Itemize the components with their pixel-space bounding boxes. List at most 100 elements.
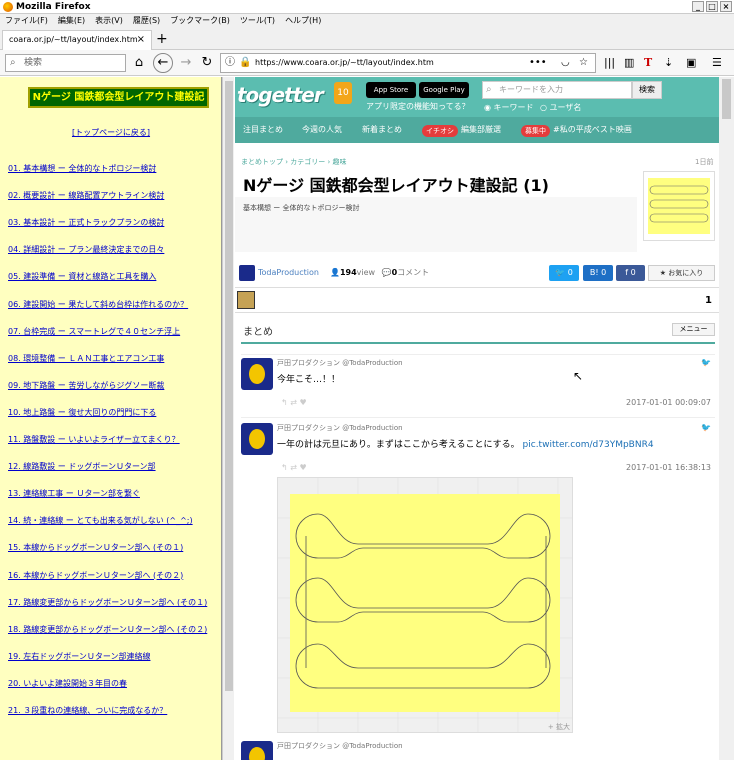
hatena-bookmark-button[interactable]: B! 0	[583, 265, 613, 281]
menu-bookmarks[interactable]: ブックマーク(B)	[165, 14, 235, 28]
breadcrumb[interactable]: まとめトップ › カテゴリー › 趣味	[241, 157, 347, 167]
left-nav-link[interactable]: 06. 建設開始 ー 果たして斜め台枠は作れるのか？	[8, 299, 188, 310]
left-nav-link[interactable]: 12. 線路敷設 ー ドッグボーンＵターン部	[8, 461, 156, 472]
tweet-avatar[interactable]	[241, 358, 273, 390]
nav-new[interactable]: 新着まとめ	[362, 117, 402, 143]
back-to-top-link[interactable]: [トップページに戻る]	[0, 127, 221, 138]
favorite-button[interactable]: ★ お気に入り	[648, 265, 715, 281]
nav-pick-badge[interactable]: イチオシ	[422, 125, 458, 137]
facebook-share-button[interactable]: f 0	[616, 265, 645, 281]
menu-history[interactable]: 履歴(S)	[128, 14, 165, 28]
lock-icon: 🔒	[239, 57, 252, 68]
left-nav-link[interactable]: 18. 路線変更部からドッグボーンＵターン部へ (その２)	[8, 624, 207, 635]
sidebar-icon[interactable]: ▥	[624, 54, 634, 72]
url-bar[interactable]: ⓘ 🔒 https://www.coara.or.jp/~tt/layout/i…	[220, 53, 596, 73]
left-nav-link[interactable]: 10. 地上路盤 ー 復せ大回りの門門に下る	[8, 407, 156, 418]
tweet-actions[interactable]: ↰ ⇄ ♥	[281, 398, 307, 407]
screenshot-icon[interactable]: ▣	[686, 54, 696, 72]
left-nav-link[interactable]: 04. 詳細設計 ー プラン最終決定までの日々	[8, 244, 164, 255]
menu-edit[interactable]: 編集(E)	[53, 14, 90, 28]
left-nav-link[interactable]: 13. 連絡線工事 ー Ｕターン部を繋ぐ	[8, 488, 140, 499]
left-nav-link[interactable]: 16. 本線からドッグボーンＵターン部へ (その２)	[8, 570, 183, 581]
minimize-button[interactable]: _	[692, 1, 704, 12]
browser-search-input[interactable]: ⌕ 検索	[5, 54, 126, 72]
tweet-avatar[interactable]	[241, 741, 273, 760]
menu-tools[interactable]: ツール(T)	[235, 14, 280, 28]
left-nav-link[interactable]: 08. 環境整備 ー ＬＡＮ工事とエアコン工事	[8, 353, 164, 364]
tweet-image[interactable]: + 拡大	[277, 477, 573, 733]
window-titlebar: Mozilla Firefox _ □ ×	[0, 0, 734, 14]
author-name[interactable]: TodaProduction	[258, 265, 319, 281]
left-nav-link[interactable]: 21. ３段重ねの連絡線、ついに完成なるか？	[8, 705, 167, 716]
facebook-label: f	[625, 268, 629, 277]
tweet-user[interactable]: 戸田プロダクション @TodaProduction	[277, 741, 403, 751]
left-scrollbar[interactable]	[222, 77, 234, 760]
tweet-time[interactable]: 2017-01-01 16:38:13	[626, 463, 711, 472]
menu-file[interactable]: ファイル(F)	[0, 14, 53, 28]
maximize-button[interactable]: □	[706, 1, 718, 12]
left-nav-link[interactable]: 17. 路線変更部からドッグボーンＵターン部へ (その１)	[8, 597, 207, 608]
tab-label: coara.or.jp/~tt/layout/index.htm	[9, 35, 138, 44]
forward-button[interactable]: →	[177, 54, 195, 72]
image-expand-label[interactable]: + 拡大	[548, 722, 570, 732]
tab-coara[interactable]: coara.or.jp/~tt/layout/index.htm ×	[2, 30, 152, 50]
nav-editor[interactable]: 編集部厳選	[461, 117, 501, 143]
app-note-link[interactable]: アプリ限定の機能知ってる？	[366, 101, 470, 112]
author-avatar[interactable]	[239, 265, 255, 281]
back-button[interactable]: ←	[153, 53, 173, 73]
left-nav-link[interactable]: 02. 概要設計 ー 線路配置アウトライン検討	[8, 190, 164, 201]
nav-hashtag[interactable]: #私の平成ベスト映画	[553, 117, 632, 143]
page-actions-icon[interactable]: •••	[529, 54, 547, 72]
twitter-share-button[interactable]: 🐦 0	[549, 265, 579, 281]
section-menu-button[interactable]: メニュー	[672, 323, 715, 336]
left-nav-link[interactable]: 01. 基本構想 ー 全体的なトポロジー検討	[8, 163, 156, 174]
radio-user[interactable]: ○ ユーザ名	[540, 102, 581, 113]
tweet-user[interactable]: 戸田プロダクション @TodaProduction	[277, 358, 403, 368]
page-title: Nゲージ 国鉄都会型レイアウト建設記 (1)	[243, 176, 549, 195]
nav-featured[interactable]: 注目まとめ	[243, 117, 283, 143]
menu-bar: ファイル(F) 編集(E) 表示(V) 履歴(S) ブックマーク(B) ツール(T) ヘルプ…	[0, 14, 734, 28]
close-window-button[interactable]: ×	[720, 1, 732, 12]
page-row: 1	[235, 287, 719, 313]
library-icon[interactable]: |||	[604, 54, 615, 72]
comment-icon: 💬	[381, 268, 392, 277]
addon-download-icon[interactable]: ⇣	[664, 54, 673, 72]
menu-help[interactable]: ヘルプ(H)	[280, 14, 326, 28]
right-scrollbar[interactable]	[719, 77, 734, 760]
tab-close-icon[interactable]: ×	[137, 31, 145, 49]
reload-icon[interactable]: ↻	[198, 54, 216, 72]
googleplay-button[interactable]: Google Play	[419, 82, 469, 98]
home-icon[interactable]: ⌂	[130, 54, 148, 72]
left-nav-link[interactable]: 09. 地下路盤 ー 苦労しながらジグソー断裁	[8, 380, 164, 391]
tweet-user[interactable]: 戸田プロダクション @TodaProduction	[277, 423, 403, 433]
bookmark-star-icon[interactable]: ☆	[579, 54, 588, 72]
tweet-time[interactable]: 2017-01-01 00:09:07	[626, 398, 711, 407]
togetter-search-input[interactable]: ⌕ キーワードを入力	[482, 81, 632, 99]
hamburger-menu-icon[interactable]: ☰	[712, 54, 722, 72]
left-scrollbar-thumb[interactable]	[225, 81, 233, 691]
left-nav-link[interactable]: 19. 左右ドッグボーンＵターン部連絡線	[8, 651, 150, 662]
tweet-actions[interactable]: ↰ ⇄ ♥	[281, 463, 307, 472]
left-nav-link[interactable]: 11. 路盤敷設 ー いよいよライザー立てまくり？	[8, 434, 180, 445]
appstore-button[interactable]: App Store	[366, 82, 416, 98]
menu-view[interactable]: 表示(V)	[90, 14, 128, 28]
left-nav-link[interactable]: 03. 基本設計 ー 正式トラックプランの検討	[8, 217, 164, 228]
togetter-search-button[interactable]: 検索	[632, 81, 662, 99]
left-nav-link[interactable]: 07. 台枠完成 ー スマートレグで４０センチ浮上	[8, 326, 180, 337]
new-tab-button[interactable]: +	[156, 30, 168, 48]
tweet-link[interactable]: pic.twitter.com/d73YMpBNR4	[523, 440, 654, 450]
left-nav-link[interactable]: 20. いよいよ建設開始３年目の春	[8, 678, 127, 689]
pocket-icon[interactable]: ◡	[561, 54, 570, 72]
addon-t-icon[interactable]: T	[644, 54, 652, 72]
togetter-logo[interactable]: togetter	[237, 83, 324, 107]
nav-recruit-badge[interactable]: 募集中	[521, 125, 550, 137]
left-nav-link[interactable]: 14. 続・連絡線 ー とても出来る気がしない (^_^;)	[8, 515, 193, 526]
left-nav-link[interactable]: 05. 建設準備 ー 資材と線路と工具を購入	[8, 271, 156, 282]
right-scrollbar-thumb[interactable]	[722, 79, 731, 119]
info-icon[interactable]: ⓘ	[225, 54, 235, 72]
tweet-avatar[interactable]	[241, 423, 273, 455]
left-nav-link[interactable]: 15. 本線からドッグボーンＵターン部へ (その１)	[8, 542, 183, 553]
nav-weekly[interactable]: 今週の人気	[302, 117, 342, 143]
radio-keyword[interactable]: ◉ キーワード	[484, 102, 534, 113]
page-number: 1	[705, 295, 712, 306]
